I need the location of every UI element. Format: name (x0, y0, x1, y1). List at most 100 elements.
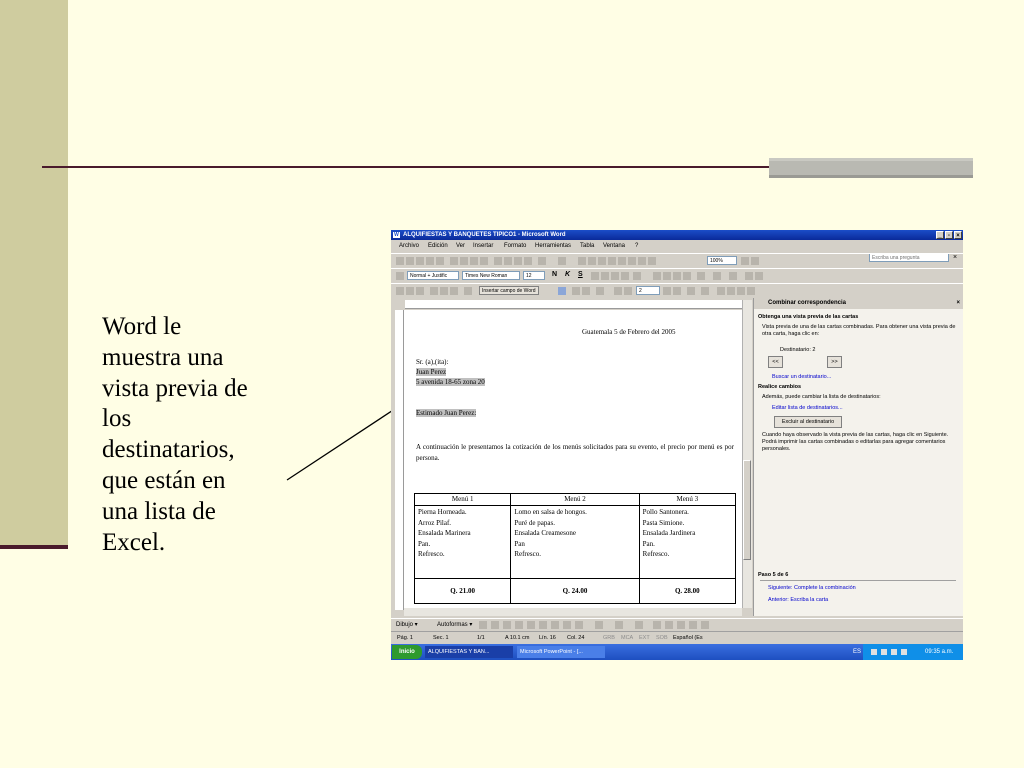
columns-icon[interactable] (618, 257, 626, 265)
paste-icon[interactable] (514, 257, 522, 265)
vertical-ruler[interactable] (395, 310, 404, 610)
edit-recipients-link[interactable]: Editar lista de destinatarios... (772, 405, 843, 411)
check-errors-icon[interactable] (701, 287, 709, 295)
format-painter-icon[interactable] (524, 257, 532, 265)
help-icon[interactable] (741, 257, 749, 265)
show-hide-icon[interactable] (648, 257, 656, 265)
previous-step-link[interactable]: Anterior: Escriba la carta (768, 597, 828, 603)
email-icon[interactable] (436, 257, 444, 265)
font-size-select[interactable]: 12 (523, 271, 545, 280)
restore-button[interactable]: ▫ (945, 231, 953, 239)
propagate-labels-icon[interactable] (596, 287, 604, 295)
research-icon[interactable] (480, 257, 488, 265)
copy-icon[interactable] (504, 257, 512, 265)
merge-to-fax-icon[interactable] (747, 287, 755, 295)
next-recipient-button[interactable]: >> (827, 356, 842, 368)
merge-to-printer-icon[interactable] (727, 287, 735, 295)
recipients-icon[interactable] (416, 287, 424, 295)
minimize-button[interactable]: _ (936, 231, 944, 239)
merge-to-document-icon[interactable] (717, 287, 725, 295)
save-icon[interactable] (416, 257, 424, 265)
font-color-icon[interactable] (729, 272, 737, 280)
horizontal-ruler[interactable] (405, 300, 742, 309)
new-doc-icon[interactable] (396, 257, 404, 265)
match-fields-icon[interactable] (582, 287, 590, 295)
insert-excel-icon[interactable] (608, 257, 616, 265)
keyboard-language[interactable]: ES (853, 644, 861, 660)
picture-icon[interactable] (575, 621, 583, 629)
drawing-font-color-icon[interactable] (635, 621, 643, 629)
previous-record-icon[interactable] (624, 287, 632, 295)
main-document-setup-icon[interactable] (396, 287, 404, 295)
permission-icon[interactable] (426, 257, 434, 265)
cut-icon[interactable] (494, 257, 502, 265)
styles-pane-icon[interactable] (396, 272, 404, 280)
line-tool-icon[interactable] (479, 621, 487, 629)
tables-borders-icon[interactable] (588, 257, 596, 265)
close-button[interactable]: × (954, 231, 962, 239)
menu-help[interactable]: ? (635, 241, 638, 252)
dash-style-icon[interactable] (665, 621, 673, 629)
undo-icon[interactable] (538, 257, 546, 265)
align-center-icon[interactable] (601, 272, 609, 280)
insert-word-field-button[interactable]: Insertar campo de Word (479, 286, 539, 295)
zoom-select[interactable]: 100% (707, 256, 737, 265)
menu-formato[interactable]: Formato (504, 241, 526, 252)
start-button[interactable]: Inicio (392, 645, 422, 659)
style-select[interactable]: Normal + Justific (407, 271, 459, 280)
subscript-icon[interactable] (755, 272, 763, 280)
view-merged-data-icon[interactable] (558, 287, 566, 295)
next-step-link[interactable]: Siguiente: Complete la combinación (768, 585, 856, 591)
line-color-icon[interactable] (615, 621, 623, 629)
autoshapes-button[interactable]: Autoformas ▾ (437, 619, 472, 631)
align-left-icon[interactable] (591, 272, 599, 280)
task-powerpoint[interactable]: Microsoft PowerPoint - [... (517, 646, 605, 658)
menu-ventana[interactable]: Ventana (603, 241, 625, 252)
print-preview-icon[interactable] (460, 257, 468, 265)
find-recipient-link[interactable]: Buscar un destinatario... (772, 374, 831, 380)
bold-button[interactable]: N (552, 271, 557, 278)
insert-table-icon[interactable] (598, 257, 606, 265)
status-record-macro[interactable]: GRB (603, 632, 615, 644)
line-spacing-icon[interactable] (633, 272, 641, 280)
document-page[interactable]: Guatemala 5 de Febrero del 2005 Sr. (a),… (404, 310, 742, 608)
open-icon[interactable] (406, 257, 414, 265)
menu-edicion[interactable]: Edición (428, 241, 448, 252)
tray-icon[interactable] (891, 649, 897, 655)
vertical-scrollbar[interactable] (742, 300, 752, 608)
status-overtype[interactable]: SOB (656, 632, 668, 644)
menu-ver[interactable]: Ver (456, 241, 465, 252)
highlight-icon[interactable] (713, 272, 721, 280)
insert-address-block-icon[interactable] (430, 287, 438, 295)
justify-icon[interactable] (621, 272, 629, 280)
textbox-tool-icon[interactable] (527, 621, 535, 629)
bullets-icon[interactable] (663, 272, 671, 280)
3d-icon[interactable] (701, 621, 709, 629)
record-number-input[interactable]: 2 (636, 286, 660, 295)
oval-tool-icon[interactable] (515, 621, 523, 629)
exclude-recipient-button[interactable]: Excluir al destinatario (774, 416, 842, 428)
tray-icon[interactable] (901, 649, 907, 655)
status-extend[interactable]: EXT (639, 632, 650, 644)
fill-color-icon[interactable] (595, 621, 603, 629)
redo-icon[interactable] (558, 257, 566, 265)
open-data-source-icon[interactable] (406, 287, 414, 295)
task-word[interactable]: ALQUIFIESTAS Y BAN... (425, 646, 513, 658)
draw-menu-button[interactable]: Dibujo ▾ (396, 619, 418, 631)
spelling-icon[interactable] (470, 257, 478, 265)
task-pane-close-icon[interactable]: × (956, 298, 960, 309)
menu-archivo[interactable]: Archivo (399, 241, 419, 252)
align-right-icon[interactable] (611, 272, 619, 280)
line-style-icon[interactable] (653, 621, 661, 629)
insert-fields-icon[interactable] (450, 287, 458, 295)
merge-to-email-icon[interactable] (737, 287, 745, 295)
wordart-icon[interactable] (539, 621, 547, 629)
hyperlink-icon[interactable] (578, 257, 586, 265)
status-track-changes[interactable]: MCA (621, 632, 633, 644)
print-icon[interactable] (450, 257, 458, 265)
highlight-fields-icon[interactable] (572, 287, 580, 295)
diagram-icon[interactable] (551, 621, 559, 629)
tray-icon[interactable] (871, 649, 877, 655)
menu-tabla[interactable]: Tabla (580, 241, 594, 252)
menu-herramientas[interactable]: Herramientas (535, 241, 571, 252)
